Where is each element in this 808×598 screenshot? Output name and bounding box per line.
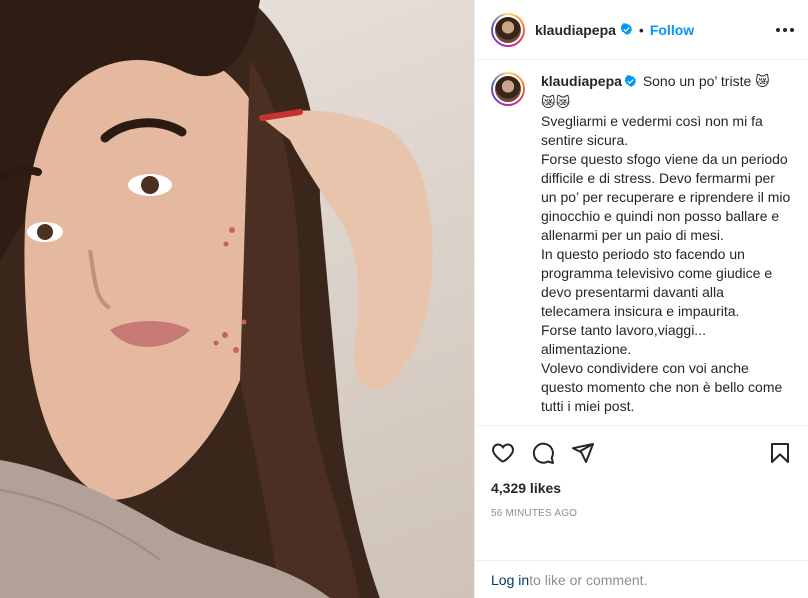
login-link[interactable]: Log in (491, 572, 529, 588)
login-prompt-text: to like or comment. (529, 571, 648, 588)
likes-count[interactable]: 4,329 likes (491, 480, 792, 496)
action-bar (491, 426, 792, 480)
post-image-illustration (0, 0, 433, 598)
instagram-post: klaudiapepa • Follow klaudiapepa Sono un… (0, 0, 808, 598)
follow-button[interactable]: Follow (650, 22, 694, 38)
caption-avatar[interactable] (491, 72, 525, 106)
login-bar: Log in to like or comment. (475, 560, 808, 598)
more-options-icon[interactable] (776, 27, 794, 32)
caption-username[interactable]: klaudiapepa (541, 73, 622, 89)
caption-verified-badge-icon (624, 74, 637, 93)
actions-area: 4,329 likes 56 MINUTES AGO (475, 425, 808, 560)
post-header: klaudiapepa • Follow (475, 0, 808, 60)
caption-avatar-image (493, 74, 523, 104)
verified-badge-icon (620, 23, 633, 36)
comment-icon[interactable] (531, 441, 555, 465)
username-link[interactable]: klaudiapepa (535, 22, 616, 38)
paper-plane-icon[interactable] (571, 441, 595, 465)
heart-icon[interactable] (491, 441, 515, 465)
avatar-image (493, 14, 523, 45)
caption-body: Sono un po’ triste 😿 😿😿 Svegliarmi e ved… (541, 73, 791, 414)
caption-area: klaudiapepa Sono un po’ triste 😿 😿😿 Sveg… (475, 60, 808, 425)
avatar[interactable] (491, 12, 525, 47)
caption-comment: klaudiapepa Sono un po’ triste 😿 😿😿 Sveg… (491, 72, 792, 425)
post-side-panel: klaudiapepa • Follow klaudiapepa Sono un… (474, 0, 808, 598)
caption-text: klaudiapepa Sono un po’ triste 😿 😿😿 Sveg… (541, 72, 792, 425)
post-photo[interactable] (0, 0, 474, 598)
bookmark-icon[interactable] (768, 441, 792, 465)
separator-dot: • (638, 21, 644, 38)
post-timestamp[interactable]: 56 MINUTES AGO (491, 508, 792, 519)
